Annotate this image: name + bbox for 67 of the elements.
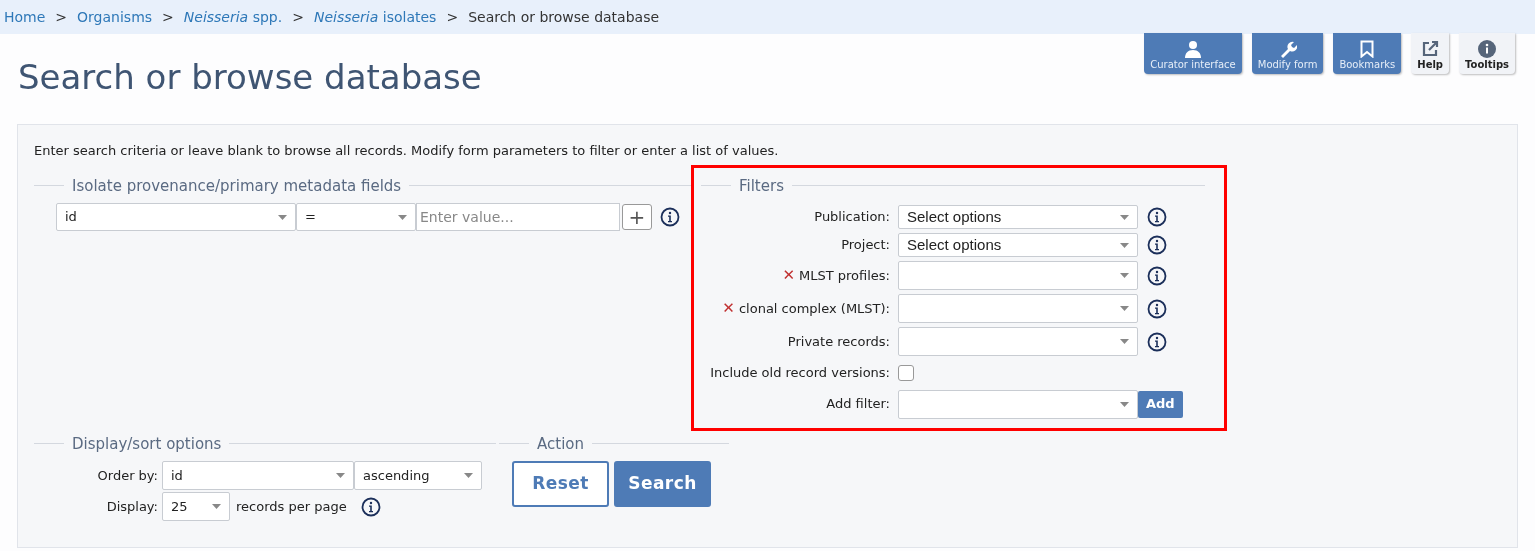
field-select[interactable]: id [56, 203, 296, 231]
caret-icon [1120, 242, 1129, 248]
section-legend: Display/sort options [72, 432, 222, 455]
caret-icon [1120, 214, 1129, 220]
intro-text: Enter search criteria or leave blank to browse all records. Modify form parameters to filter or enter a list of values. [34, 142, 780, 160]
section-legend: Action [537, 432, 584, 455]
toolbar-button[interactable]: Help [1411, 33, 1449, 74]
filter-label: clonal complex (MLST): [738, 299, 890, 318]
breadcrumb-link[interactable]: Neisseria spp. [183, 6, 283, 28]
checkbox[interactable] [898, 364, 914, 381]
info-icon [1478, 40, 1496, 58]
add-filter-button[interactable]: Add [1138, 390, 1183, 418]
info-icon[interactable] [1147, 207, 1167, 227]
filter-label: Add filter: [826, 395, 890, 414]
direction-select[interactable]: ascending [354, 461, 482, 490]
breadcrumb-separator: > [292, 7, 304, 27]
breadcrumb-separator: > [162, 7, 174, 27]
bookmark-icon [1360, 40, 1375, 58]
caret-icon [1120, 273, 1129, 278]
reset-button[interactable]: Reset [512, 461, 609, 507]
info-icon[interactable] [360, 496, 381, 517]
info-icon[interactable] [660, 207, 680, 227]
filter-select[interactable]: Select options [898, 205, 1138, 229]
filter-label: Publication: [814, 208, 890, 227]
caret-icon [1120, 306, 1129, 311]
info-icon[interactable] [1147, 265, 1167, 286]
caret-icon [336, 473, 345, 478]
section-legend: Isolate provenance/primary metadata fields [72, 174, 402, 197]
info-icon[interactable] [1147, 235, 1167, 255]
toolbar-button[interactable]: Curator interface [1144, 33, 1242, 74]
breadcrumb-link[interactable]: Neisseria isolates [313, 6, 437, 28]
operator-select[interactable]: = [296, 203, 416, 231]
toolbar-button[interactable]: Modify form [1251, 33, 1324, 74]
breadcrumb-current: Search or browse database [468, 7, 660, 27]
info-icon[interactable] [1147, 298, 1167, 319]
breadcrumb-link[interactable]: Home [4, 6, 46, 28]
section-legend: Filters [739, 174, 784, 197]
field-label: records per page [236, 497, 347, 516]
page-size-select[interactable]: 25 [162, 492, 230, 521]
filter-label: Project: [841, 236, 890, 255]
filter-label: MLST profiles: [799, 266, 890, 285]
remove-filter-icon[interactable]: ✕ [782, 268, 795, 283]
value-field[interactable]: Enter value... [416, 203, 620, 231]
caret-icon [1120, 339, 1129, 344]
order-select[interactable]: id [162, 461, 354, 490]
caret-icon [1120, 401, 1129, 407]
caret-icon [464, 473, 473, 478]
page-title: Search or browse database [18, 60, 482, 94]
person-icon [1184, 40, 1202, 58]
remove-filter-icon[interactable]: ✕ [722, 301, 735, 316]
caret-icon [212, 504, 221, 509]
breadcrumb-separator: > [55, 7, 68, 27]
breadcrumb-link[interactable]: Organisms [77, 6, 153, 28]
external-link-icon [1421, 40, 1440, 58]
field-label: Order by: [96, 466, 158, 485]
caret-icon [398, 214, 407, 220]
filter-select[interactable]: Select options [898, 233, 1138, 257]
toolbar-button[interactable]: Bookmarks [1333, 33, 1402, 74]
info-icon[interactable] [1147, 331, 1167, 352]
search-button[interactable]: Search [614, 461, 711, 507]
filter-label: Private records: [787, 332, 890, 351]
caret-icon [278, 214, 287, 220]
breadcrumb-separator: > [446, 7, 459, 27]
field-label: Display: [105, 497, 158, 516]
toolbar-button[interactable]: Tooltips [1459, 33, 1515, 74]
filter-label: Include old record versions: [710, 364, 890, 382]
add-field-button[interactable]: + [622, 204, 652, 230]
